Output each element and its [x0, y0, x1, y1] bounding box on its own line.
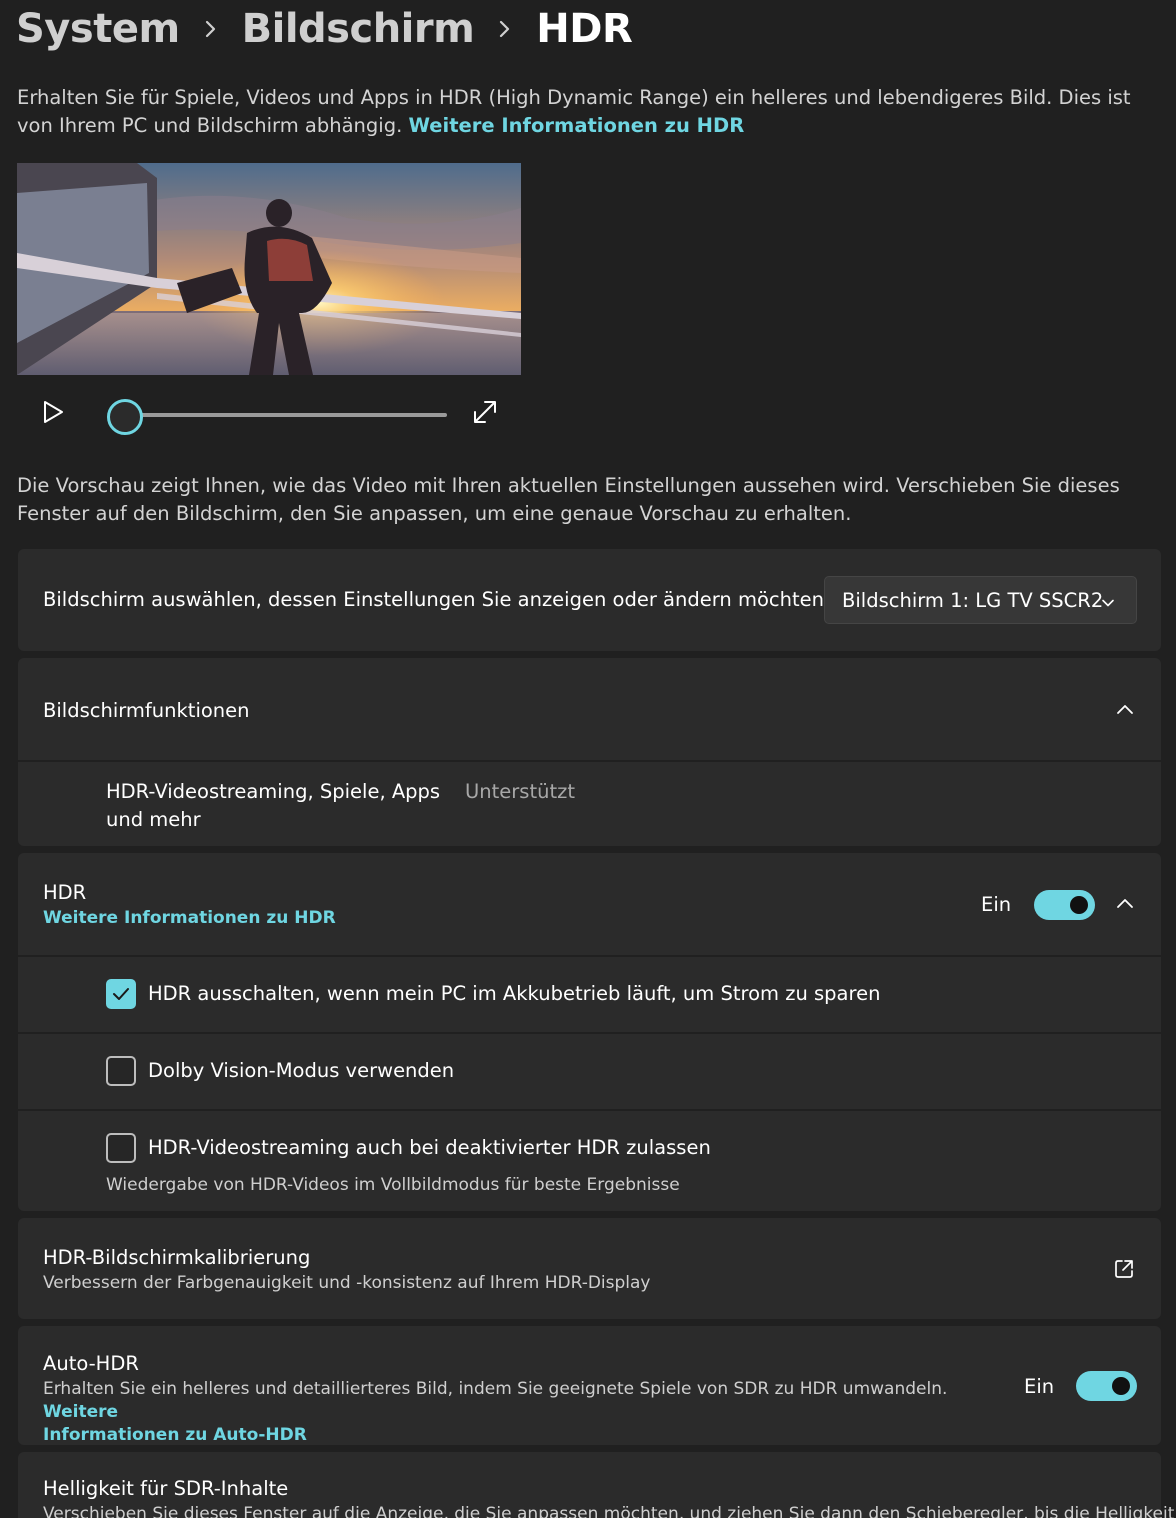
auto-hdr-info-link-part2[interactable]: Informationen zu Auto-HDR [43, 1425, 307, 1445]
hdr-streaming-label: HDR-Videostreaming auch bei deaktivierte… [148, 1136, 711, 1159]
chevron-right-icon [180, 20, 242, 38]
capability-label: HDR-Videostreaming, Spiele, Apps und meh… [106, 778, 440, 834]
auto-hdr-toggle-label: Ein [1024, 1375, 1055, 1398]
auto-hdr-toggle[interactable] [1076, 1371, 1137, 1401]
battery-hdr-checkbox[interactable] [106, 979, 136, 1009]
breadcrumb-hdr: HDR [536, 6, 633, 52]
external-link-icon[interactable] [1113, 1258, 1135, 1280]
hdr-option-dolby: Dolby Vision-Modus verwenden [18, 1034, 1161, 1109]
hdr-settings-page: System Bildschirm HDR Erhalten Sie für S… [0, 0, 1176, 1518]
hdr-option-battery: HDR ausschalten, wenn mein PC im Akkubet… [18, 957, 1161, 1032]
dolby-vision-checkbox[interactable] [106, 1056, 136, 1086]
hdr-header[interactable]: HDR Weitere Informationen zu HDR Ein [18, 853, 1161, 955]
display-select-card: Bildschirm auswählen, dessen Einstellung… [18, 549, 1161, 651]
capability-label-line2: und mehr [106, 808, 201, 831]
dolby-vision-label: Dolby Vision-Modus verwenden [148, 1059, 455, 1082]
hdr-title: HDR [43, 881, 87, 904]
battery-hdr-label: HDR ausschalten, wenn mein PC im Akkubet… [148, 982, 881, 1005]
intro-description: Erhalten Sie für Spiele, Videos und Apps… [17, 84, 1157, 140]
hdr-header-info-link[interactable]: Weitere Informationen zu HDR [43, 908, 336, 928]
hdr-streaming-description: Wiedergabe von HDR-Videos im Vollbildmod… [106, 1175, 680, 1195]
hdr-toggle-label: Ein [981, 893, 1012, 916]
display-select-value: Bildschirm 1: LG TV SSCR2 [842, 588, 1104, 612]
video-seek-track[interactable] [127, 413, 447, 417]
auto-hdr-info-link-part1[interactable]: Weitere [43, 1402, 118, 1422]
preview-note: Die Vorschau zeigt Ihnen, wie das Video … [17, 474, 1120, 525]
auto-hdr-description: Erhalten Sie ein helleres und detaillier… [43, 1378, 983, 1447]
breadcrumb-bildschirm[interactable]: Bildschirm [242, 6, 475, 52]
video-player-controls [17, 388, 521, 444]
auto-hdr-description-text: Erhalten Sie ein helleres und detaillier… [43, 1379, 948, 1399]
breadcrumb: System Bildschirm HDR [16, 0, 633, 58]
hdr-streaming-checkbox[interactable] [106, 1133, 136, 1163]
display-select-label: Bildschirm auswählen, dessen Einstellung… [43, 588, 824, 611]
toggle-knob [1112, 1377, 1130, 1395]
display-select-dropdown[interactable]: Bildschirm 1: LG TV SSCR2 [824, 576, 1137, 624]
chevron-right-icon [474, 20, 536, 38]
play-icon[interactable] [39, 398, 67, 426]
hdr-option-streaming: HDR-Videostreaming auch bei deaktivierte… [18, 1111, 1161, 1211]
calibration-description: Verbessern der Farbgenauigkeit und -kons… [43, 1273, 651, 1293]
auto-hdr-title: Auto-HDR [43, 1352, 139, 1375]
capability-label-line1: HDR-Videostreaming, Spiele, Apps [106, 780, 441, 803]
capabilities-title: Bildschirmfunktionen [43, 699, 250, 722]
chevron-down-icon [1100, 593, 1116, 609]
expand-icon[interactable] [471, 398, 499, 426]
toggle-knob [1070, 896, 1088, 914]
hdr-toggle[interactable] [1034, 890, 1095, 920]
sdr-brightness-description: Verschieben Sie dieses Fenster auf die A… [43, 1504, 1175, 1518]
chevron-up-icon[interactable] [1115, 894, 1135, 914]
calibration-title: HDR-Bildschirmkalibrierung [43, 1246, 311, 1269]
checkmark-icon [113, 988, 129, 1000]
sdr-brightness-title: Helligkeit für SDR-Inhalte [43, 1477, 289, 1500]
capabilities-item: HDR-Videostreaming, Spiele, Apps und meh… [18, 762, 1161, 846]
sdr-brightness-card: Helligkeit für SDR-Inhalte Verschieben S… [18, 1452, 1174, 1518]
video-seek-thumb[interactable] [107, 399, 143, 435]
hdr-preview-video [17, 163, 521, 375]
chevron-up-icon[interactable] [1115, 700, 1135, 720]
capability-status: Unterstützt [465, 780, 575, 803]
capabilities-header[interactable]: Bildschirmfunktionen [18, 658, 1161, 760]
auto-hdr-card: Auto-HDR Erhalten Sie ein helleres und d… [18, 1326, 1161, 1445]
hdr-info-link[interactable]: Weitere Informationen zu HDR [408, 114, 744, 137]
hdr-calibration-card[interactable]: HDR-Bildschirmkalibrierung Verbessern de… [18, 1218, 1161, 1319]
breadcrumb-system[interactable]: System [16, 6, 180, 52]
